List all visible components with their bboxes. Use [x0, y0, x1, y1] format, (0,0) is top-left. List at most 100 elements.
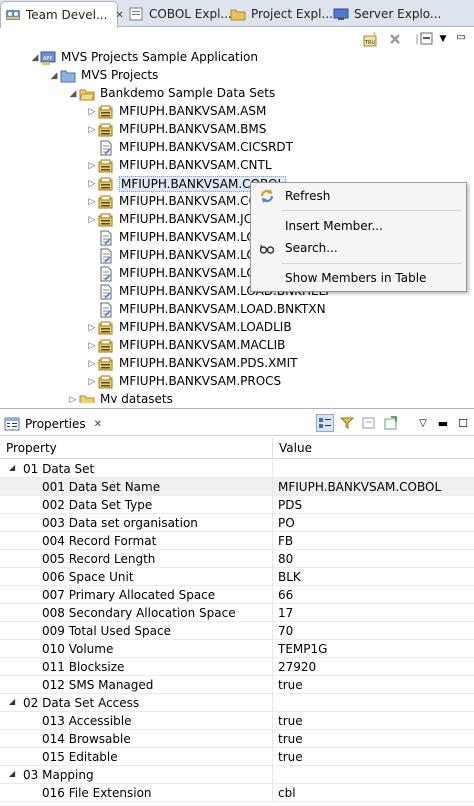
property-value[interactable]: TEMP1G — [278, 642, 327, 656]
property-row[interactable]: 005 Record Length 80 — [0, 550, 474, 568]
menu-item-label: Show Members in Table — [285, 271, 427, 285]
minimize-button[interactable]: ▭ — [452, 28, 470, 46]
show-advanced-button[interactable] — [338, 414, 356, 432]
property-value[interactable]: true — [278, 732, 303, 746]
collapsed-arrow-icon[interactable]: ▷ — [87, 323, 97, 333]
property-value[interactable]: true — [278, 714, 303, 728]
property-row[interactable]: 008 Secondary Allocation Space 17 — [0, 604, 474, 622]
property-value[interactable]: BLK — [278, 570, 301, 584]
tree-item-dataset[interactable]: ▷ My datasets — [0, 391, 474, 403]
property-name: 003 Data set organisation — [42, 516, 198, 530]
tree-item-dataset[interactable]: MFIUPH.BANKVSAM.CICSRDT — [0, 139, 474, 157]
property-row[interactable]: 013 Accessible true — [0, 712, 474, 730]
column-divider — [272, 514, 273, 532]
tree-item-dataset[interactable]: ▷ MFIUPH.BANKVSAM.MACLIB — [0, 337, 474, 355]
property-row[interactable]: 009 Total Used Space 70 — [0, 622, 474, 640]
tree-item-dataset[interactable]: ▷ MFIUPH.BANKVSAM.PDS.XMIT — [0, 355, 474, 373]
collapsed-arrow-icon[interactable]: ▷ — [87, 107, 97, 117]
property-value[interactable]: MFIUPH.BANKVSAM.COBOL — [278, 480, 441, 494]
menu-item-search[interactable]: Search... — [251, 237, 466, 259]
collapsed-arrow-icon[interactable]: ▷ — [87, 179, 97, 189]
tab-team-developer[interactable]: Team Devel... ✕ — [0, 1, 124, 28]
property-row[interactable]: 012 SMS Managed true — [0, 676, 474, 694]
pin-button[interactable] — [382, 414, 400, 432]
collapse-all-icon — [420, 32, 433, 45]
menu-item-show-members[interactable]: Show Members in Table — [251, 267, 466, 289]
collapsed-arrow-icon[interactable]: ▷ — [87, 341, 97, 351]
tree-item-dataset[interactable]: ▷ MFIUPH.BANKVSAM.BMS — [0, 121, 474, 139]
expanded-arrow-icon[interactable]: ◢ — [30, 53, 40, 63]
tree-item-bankdemo[interactable]: ◢ Bankdemo Sample Data Sets — [0, 85, 474, 103]
column-divider[interactable] — [272, 438, 273, 459]
svg-text:APP: APP — [43, 56, 52, 62]
delete-button[interactable] — [386, 30, 404, 48]
pin-icon — [384, 416, 397, 430]
property-category-row[interactable]: ◢ 01 Data Set — [0, 460, 474, 478]
maximize-button[interactable]: ☐ — [454, 414, 472, 432]
expanded-arrow-icon[interactable]: ◢ — [49, 71, 59, 81]
expanded-arrow-icon[interactable]: ◢ — [68, 89, 78, 99]
properties-table-header: Property Value — [0, 438, 474, 459]
tree-item-application[interactable]: ◢ APP MVS Projects Sample Application — [0, 49, 474, 67]
property-row[interactable]: 010 Volume TEMP1G — [0, 640, 474, 658]
collapsed-arrow-icon[interactable]: ▷ — [87, 161, 97, 171]
expanded-arrow-icon[interactable]: ◢ — [9, 769, 15, 778]
restore-default-button[interactable] — [360, 414, 378, 432]
tree-item-dataset[interactable]: ▷ MFIUPH.BANKVSAM.ASM — [0, 103, 474, 121]
property-row[interactable]: 006 Space Unit BLK — [0, 568, 474, 586]
property-row[interactable]: 003 Data set organisation PO — [0, 514, 474, 532]
property-row[interactable]: 014 Browsable true — [0, 730, 474, 748]
chevron-down-icon[interactable]: ▽ — [414, 414, 432, 432]
menu-item-insert-member[interactable]: Insert Member... — [251, 215, 466, 237]
column-header-property[interactable]: Property — [6, 441, 57, 455]
property-category-row[interactable]: ◢ 03 Mapping — [0, 766, 474, 784]
property-value[interactable]: 27920 — [278, 660, 316, 674]
collapsed-arrow-icon[interactable]: ▷ — [87, 215, 97, 225]
menu-item-refresh[interactable]: Refresh — [251, 185, 466, 207]
expanded-arrow-icon[interactable]: ◢ — [9, 697, 15, 706]
property-row[interactable]: 011 Blocksize 27920 — [0, 658, 474, 676]
tree-item-dataset[interactable]: MFIUPH.BANKVSAM.LOAD.BNKTXN — [0, 301, 474, 319]
property-value[interactable]: 17 — [278, 606, 293, 620]
collapsed-arrow-icon[interactable]: ▷ — [68, 395, 78, 403]
property-value[interactable]: 66 — [278, 588, 293, 602]
chevron-down-icon[interactable]: ▼ — [434, 30, 452, 48]
tab-cobol-explorer[interactable]: COBOL Expl... — [124, 1, 232, 26]
property-value[interactable]: PO — [278, 516, 295, 530]
tree-item-dataset[interactable]: ▷ MFIUPH.BANKVSAM.CNTL — [0, 157, 474, 175]
property-value[interactable]: true — [278, 750, 303, 764]
collapsed-arrow-icon[interactable]: ▷ — [87, 377, 97, 387]
show-categories-button[interactable] — [316, 414, 334, 432]
property-value[interactable]: FB — [278, 534, 293, 548]
property-row[interactable]: 001 Data Set Name MFIUPH.BANKVSAM.COBOL — [0, 478, 474, 496]
property-value[interactable]: PDS — [278, 498, 302, 512]
property-value[interactable]: cbl — [278, 786, 296, 800]
new-application-button[interactable]: TRU — [362, 30, 380, 48]
property-row[interactable]: 002 Data Set Type PDS — [0, 496, 474, 514]
column-header-value[interactable]: Value — [279, 441, 312, 455]
minimize-button[interactable]: ▬ — [434, 414, 452, 432]
property-value[interactable]: true — [278, 678, 303, 692]
categories-icon — [319, 418, 331, 428]
tree-item-dataset[interactable]: ▷ MFIUPH.BANKVSAM.PROCS — [0, 373, 474, 391]
property-value[interactable]: 80 — [278, 552, 293, 566]
tab-project-explorer[interactable]: Project Expl... — [226, 1, 333, 26]
property-value[interactable]: 70 — [278, 624, 293, 638]
tree-item-mvs-projects[interactable]: ◢ MVS Projects — [0, 67, 474, 85]
expanded-arrow-icon[interactable]: ◢ — [9, 463, 15, 472]
pds-icon — [98, 104, 114, 120]
property-row[interactable]: 016 File Extension cbl — [0, 784, 474, 802]
collapsed-arrow-icon[interactable]: ▷ — [87, 125, 97, 135]
tab-server-explorer[interactable]: Server Explo... — [329, 1, 441, 26]
property-row[interactable]: 015 Editable true — [0, 748, 474, 766]
collapsed-arrow-icon[interactable]: ▷ — [87, 359, 97, 369]
tab-properties[interactable]: Properties ✕ — [0, 411, 102, 437]
tree-item-dataset[interactable]: ▷ MFIUPH.BANKVSAM.LOADLIB — [0, 319, 474, 337]
close-icon[interactable]: ✕ — [94, 419, 102, 430]
property-name: 004 Record Format — [42, 534, 157, 548]
property-category-row[interactable]: ◢ 02 Data Set Access — [0, 694, 474, 712]
close-icon[interactable]: ✕ — [115, 10, 123, 21]
property-row[interactable]: 007 Primary Allocated Space 66 — [0, 586, 474, 604]
collapsed-arrow-icon[interactable]: ▷ — [87, 197, 97, 207]
property-row[interactable]: 004 Record Format FB — [0, 532, 474, 550]
